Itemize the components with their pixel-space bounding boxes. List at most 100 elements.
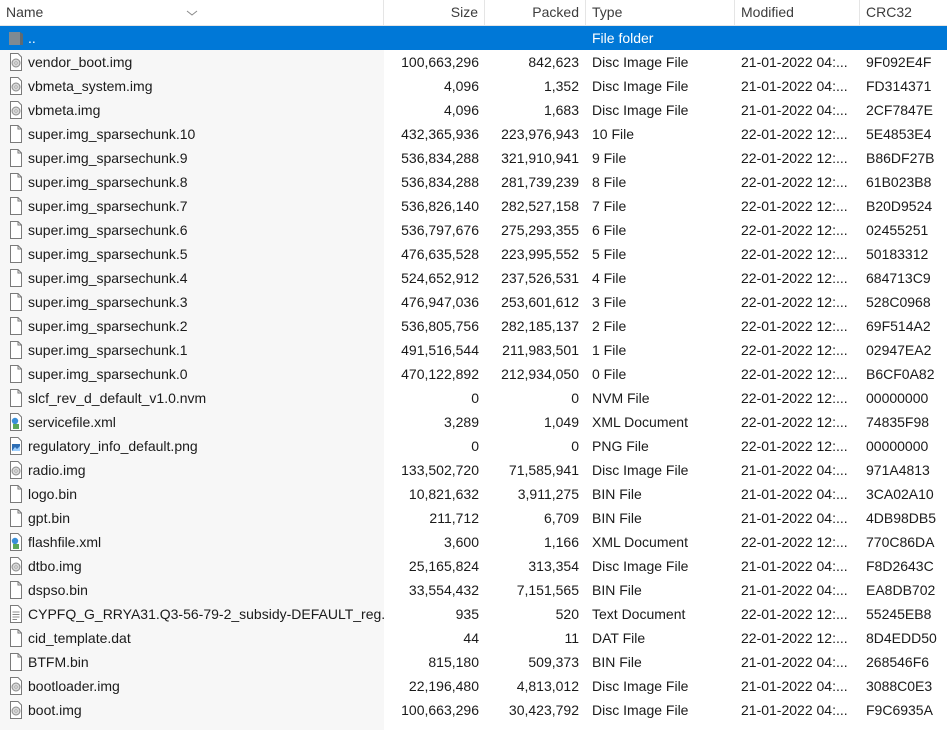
file-crc32: 971A4813: [866, 462, 930, 478]
file-packed: 1,352: [543, 78, 579, 94]
file-modified: 22-01-2022 12:...: [741, 174, 848, 190]
file-packed: 7,151,565: [516, 582, 579, 598]
file-modified: [741, 26, 853, 50]
file-name: dtbo.img: [28, 558, 82, 574]
file-crc32: [866, 26, 947, 50]
file-row[interactable]: vbmeta_system.img 4,096 1,352 Disc Image Fi…: [0, 74, 947, 98]
file-name: cid_template.dat: [28, 630, 131, 646]
file-modified: 22-01-2022 12:...: [741, 438, 848, 454]
file-size: [384, 26, 479, 50]
file-modified: 22-01-2022 12:...: [741, 294, 848, 310]
folder-icon: [8, 29, 24, 47]
file-packed: 3,911,275: [517, 486, 579, 502]
column-header-modified[interactable]: Modified: [735, 0, 860, 25]
file-row[interactable]: servicefile.xml 3,289 1,049 XML Document 22-…: [0, 410, 947, 434]
file-type: XML Document: [592, 414, 688, 430]
disc-image-icon: [8, 461, 24, 479]
file-name: super.img_sparsechunk.7: [28, 198, 188, 214]
file-name: flashfile.xml: [28, 534, 102, 550]
file-crc32: 00000000: [866, 390, 929, 406]
file-row[interactable]: dtbo.img 25,165,824 313,354 Disc Image File…: [0, 554, 947, 578]
file-crc32: 74835F98: [866, 414, 930, 430]
file-row[interactable]: super.img_sparsechunk.4 524,652,912 237,52…: [0, 266, 947, 290]
file-crc32: B86DF27B: [866, 150, 935, 166]
file-modified: 21-01-2022 04:...: [741, 702, 848, 718]
file-packed: 71,585,941: [508, 462, 579, 478]
file-name: logo.bin: [28, 486, 78, 502]
file-name: gpt.bin: [28, 510, 71, 526]
file-row[interactable]: super.img_sparsechunk.0 470,122,892 212,93…: [0, 362, 947, 386]
file-row[interactable]: bootloader.img 22,196,480 4,813,012 Disc Im…: [0, 674, 947, 698]
file-type: 9 File: [592, 150, 627, 166]
file-row[interactable]: super.img_sparsechunk.8 536,834,288 281,73…: [0, 170, 947, 194]
file-row[interactable]: vbmeta.img 4,096 1,683 Disc Image File 21-01…: [0, 98, 947, 122]
file-icon: [8, 221, 24, 239]
file-crc32: 3088C0E3: [866, 678, 933, 694]
file-name: vbmeta.img: [28, 102, 101, 118]
file-row[interactable]: super.img_sparsechunk.7 536,826,140 282,52…: [0, 194, 947, 218]
file-row[interactable]: flashfile.xml 3,600 1,166 XML Document 22-01…: [0, 530, 947, 554]
file-icon: [8, 485, 24, 503]
file-size: 22,196,480: [408, 678, 479, 694]
file-icon: [8, 581, 24, 599]
file-row[interactable]: super.img_sparsechunk.2 536,805,756 282,18…: [0, 314, 947, 338]
column-modified-label: Modified: [741, 4, 794, 20]
file-modified: 22-01-2022 12:...: [741, 246, 848, 262]
file-type: 5 File: [592, 246, 627, 262]
file-list[interactable]: Name Size Packed Type Modified CRC32 .. F…: [0, 0, 947, 730]
file-row[interactable]: super.img_sparsechunk.5 476,635,528 223,99…: [0, 242, 947, 266]
file-row[interactable]: super.img_sparsechunk.6 536,797,676 275,29…: [0, 218, 947, 242]
file-row[interactable]: cid_template.dat 44 11 DAT File 22-01-2022 1…: [0, 626, 947, 650]
file-name: super.img_sparsechunk.10: [28, 126, 196, 142]
file-modified: 22-01-2022 12:...: [741, 366, 848, 382]
file-modified: 21-01-2022 04:...: [741, 486, 848, 502]
file-row[interactable]: boot.img 100,663,296 30,423,792 Disc Image …: [0, 698, 947, 722]
file-row[interactable]: gpt.bin 211,712 6,709 BIN File 21-01-2022 04…: [0, 506, 947, 530]
file-packed: 275,293,355: [501, 222, 579, 238]
xml-file-icon: [8, 413, 24, 431]
file-modified: 21-01-2022 04:...: [741, 654, 848, 670]
file-modified: 22-01-2022 12:...: [741, 342, 848, 358]
column-header-bar: Name Size Packed Type Modified CRC32: [0, 0, 947, 26]
parent-folder-row[interactable]: .. File folder: [0, 26, 947, 50]
file-crc32: 3CA02A10: [866, 486, 934, 502]
file-crc32: 02947EA2: [866, 342, 932, 358]
file-row[interactable]: dspso.bin 33,554,432 7,151,565 BIN File 21-0…: [0, 578, 947, 602]
file-type: Disc Image File: [592, 702, 689, 718]
file-size: 536,826,140: [401, 198, 479, 214]
file-modified: 22-01-2022 12:...: [741, 390, 848, 406]
file-icon: [8, 365, 24, 383]
file-icon: [8, 653, 24, 671]
file-row[interactable]: BTFM.bin 815,180 509,373 BIN File 21-01-2022…: [0, 650, 947, 674]
file-size: 133,502,720: [401, 462, 479, 478]
file-name: regulatory_info_default.png: [28, 438, 198, 454]
file-row[interactable]: super.img_sparsechunk.9 536,834,288 321,91…: [0, 146, 947, 170]
file-row[interactable]: regulatory_info_default.png 0 0 PNG File 22-…: [0, 434, 947, 458]
file-packed: 30,423,792: [508, 702, 579, 718]
disc-image-icon: [8, 101, 24, 119]
file-type: Disc Image File: [592, 54, 689, 70]
file-row[interactable]: logo.bin 10,821,632 3,911,275 BIN File 21-01…: [0, 482, 947, 506]
file-modified: 22-01-2022 12:...: [741, 318, 848, 334]
file-size: 0: [471, 390, 479, 406]
image-file-icon: [8, 437, 24, 455]
file-size: 100,663,296: [401, 54, 479, 70]
file-size: 536,834,288: [401, 174, 479, 190]
file-row[interactable]: vendor_boot.img 100,663,296 842,623 Disc Im…: [0, 50, 947, 74]
file-row[interactable]: slcf_rev_d_default_v1.0.nvm 0 0 NVM File 22-…: [0, 386, 947, 410]
column-header-name[interactable]: Name: [0, 0, 384, 25]
column-header-packed[interactable]: Packed: [485, 0, 586, 25]
file-size: 4,096: [443, 78, 479, 94]
column-header-type[interactable]: Type: [586, 0, 735, 25]
file-modified: 22-01-2022 12:...: [741, 222, 848, 238]
column-header-crc32[interactable]: CRC32: [860, 0, 947, 25]
column-header-size[interactable]: Size: [384, 0, 485, 25]
file-crc32: 02455251: [866, 222, 929, 238]
file-row[interactable]: radio.img 133,502,720 71,585,941 Disc Image…: [0, 458, 947, 482]
file-row[interactable]: super.img_sparsechunk.10 432,365,936 223,9…: [0, 122, 947, 146]
file-row[interactable]: super.img_sparsechunk.1 491,516,544 211,98…: [0, 338, 947, 362]
file-name: super.img_sparsechunk.8: [28, 174, 188, 190]
file-row[interactable]: super.img_sparsechunk.3 476,947,036 253,60…: [0, 290, 947, 314]
file-crc32: B20D9524: [866, 198, 933, 214]
file-row[interactable]: CYPFQ_G_RRYA31.Q3-56-79-2_subsidy-DEFAUL…: [0, 602, 947, 626]
